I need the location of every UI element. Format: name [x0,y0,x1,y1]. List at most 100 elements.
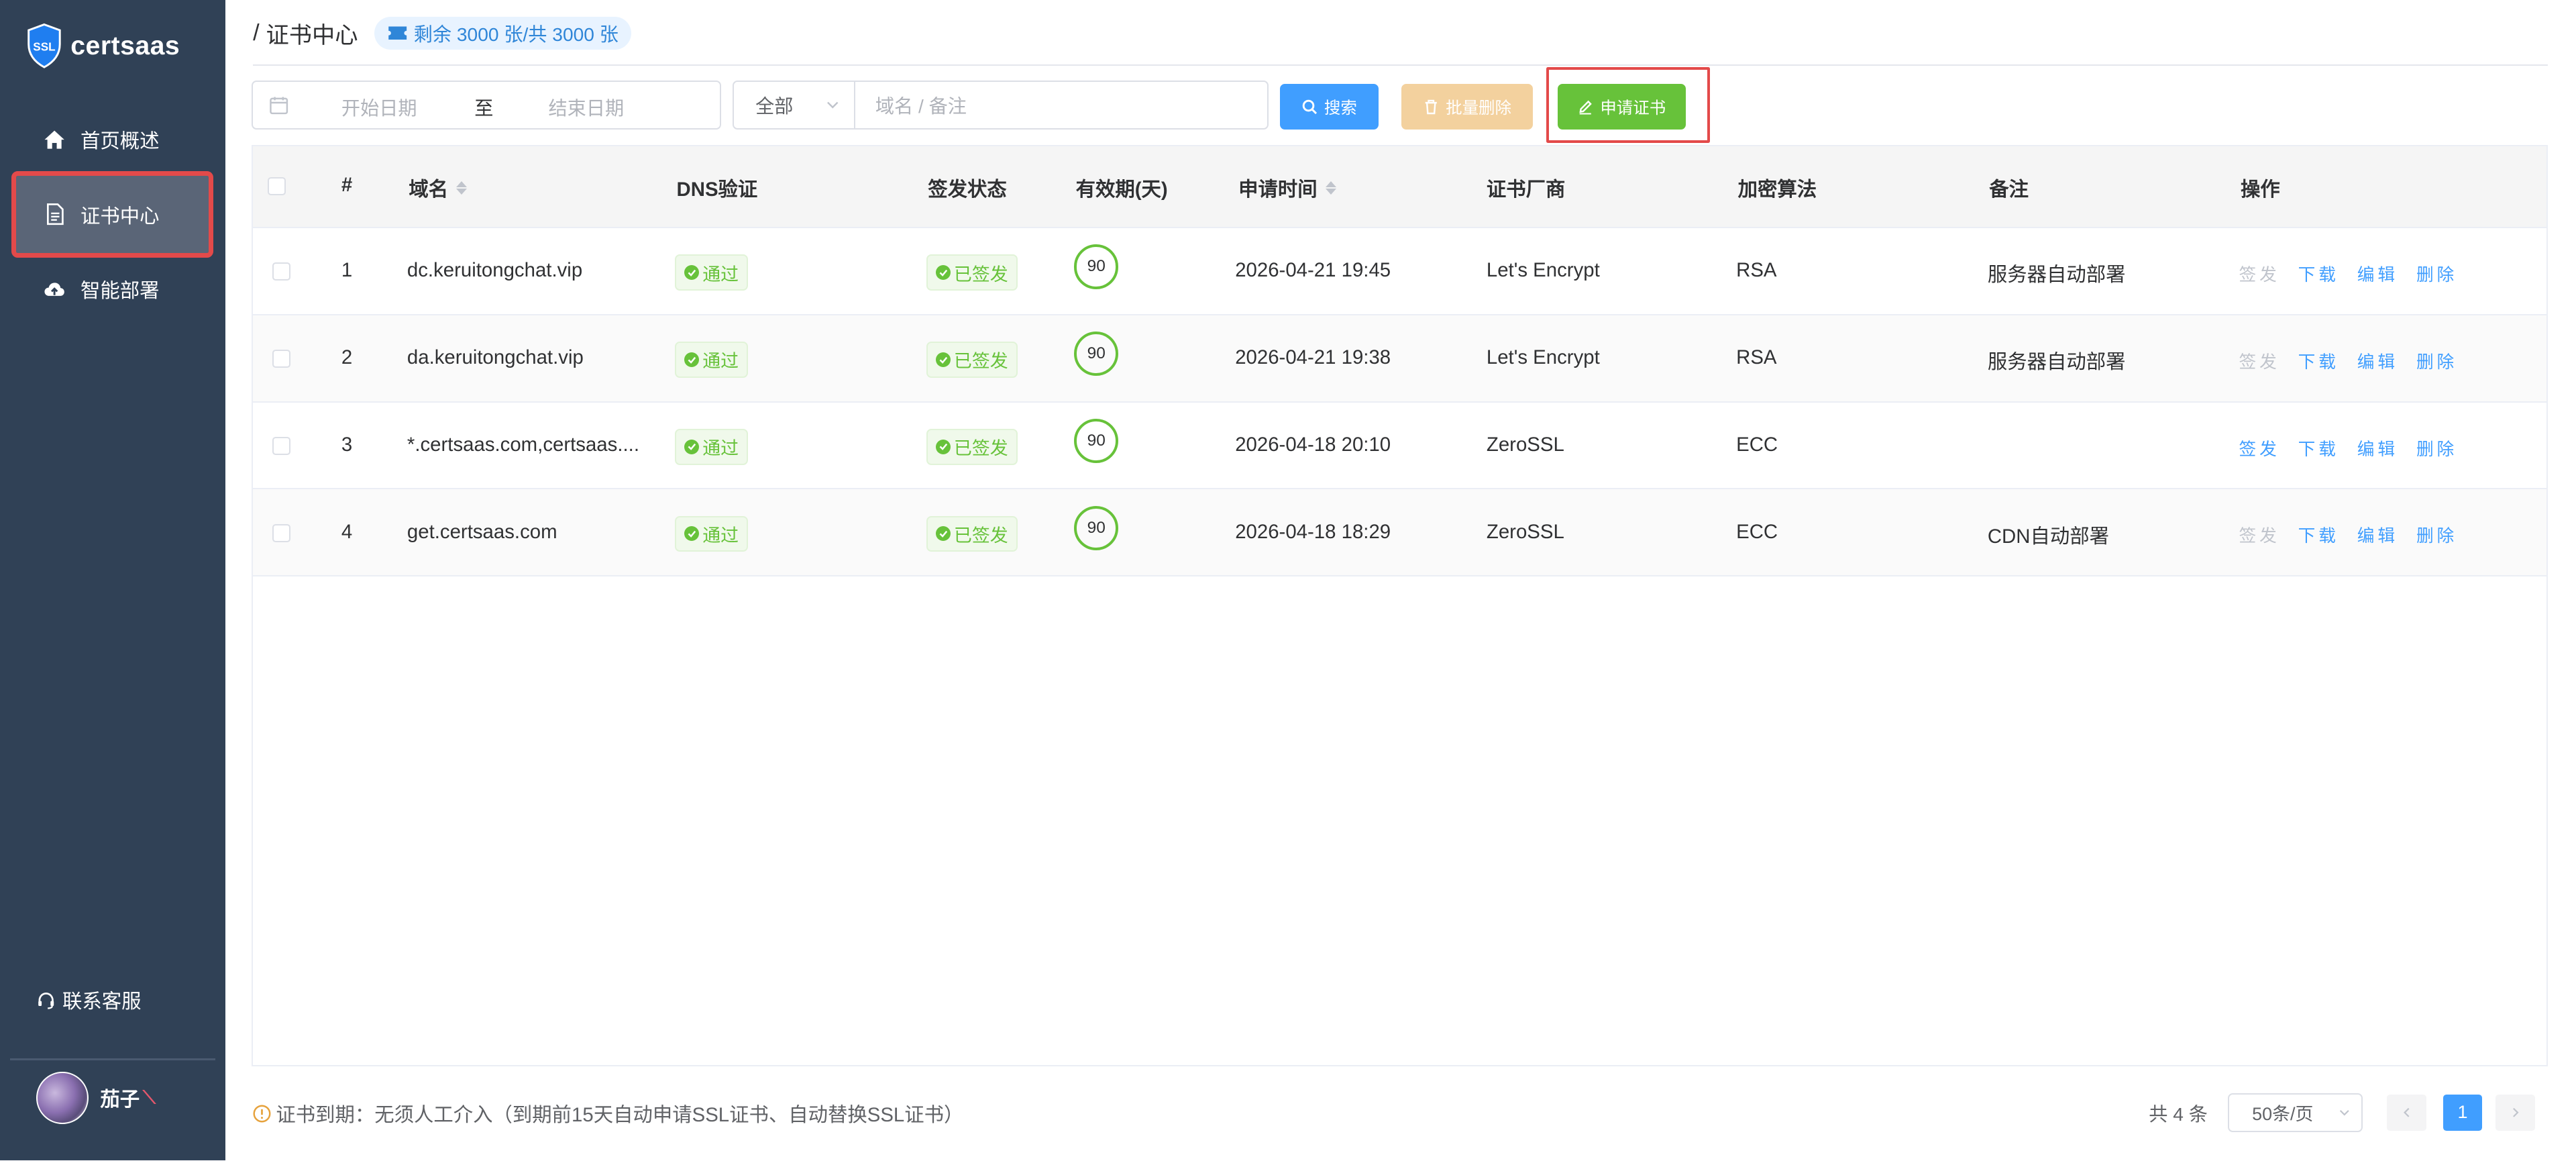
delete-action[interactable]: 删除 [2416,436,2457,460]
page-size-value: 50条/页 [2252,1104,2314,1125]
row-checkbox[interactable] [272,262,290,281]
search-button[interactable]: 搜索 [1279,83,1379,130]
row-domain: get.certsaas.com [407,520,557,543]
column-header-domain[interactable]: 域名 [409,174,468,202]
document-icon [43,203,66,225]
sort-icon[interactable] [1325,181,1336,195]
batch-delete-label: 批量删除 [1446,99,1511,117]
check-icon [684,439,700,454]
end-date-input[interactable]: 结束日期 [549,93,625,121]
issue-action: 签发 [2239,527,2280,546]
issue-action[interactable]: 签发 [2239,436,2280,460]
download-action[interactable]: 下载 [2298,436,2339,460]
breadcrumb-separator: / [253,19,260,46]
contact-support-link[interactable]: 联系客服 [36,986,142,1014]
home-icon [43,128,66,151]
dns-status-tag: 通过 [675,254,749,291]
user-name: 茄子 [100,1088,140,1111]
issue-status-text: 已签发 [953,264,1008,285]
edit-action[interactable]: 编辑 [2357,522,2398,547]
apply-certificate-button[interactable]: 申请证书 [1557,83,1686,130]
column-header-label: 申请时间 [1238,179,1318,201]
next-page-button[interactable] [2496,1095,2535,1131]
search-button-label: 搜索 [1324,99,1357,117]
quota-text: 剩余 3000 张/共 3000 张 [413,23,619,45]
row-apply-time: 2026-04-18 20:10 [1235,434,1391,456]
status-select[interactable]: 全部 [734,82,856,129]
sidebar-item-label: 首页概述 [80,130,160,153]
row-index: 3 [341,434,353,456]
row-remark: CDN自动部署 [1987,525,2109,548]
download-action[interactable]: 下载 [2298,261,2339,286]
issue-status-tag: 已签发 [926,341,1018,378]
row-index: 4 [341,520,353,543]
row-checkbox[interactable] [272,350,290,368]
row-checkbox[interactable] [272,523,290,542]
sidebar-item-deploy[interactable]: 智能部署 [16,256,209,322]
chevron-left-icon [2404,1108,2410,1117]
dns-status-tag: 通过 [675,515,749,552]
start-date-input[interactable]: 开始日期 [341,93,417,121]
column-header-validity: 有效期(天) [1075,179,1168,201]
quota-badge: 剩余 3000 张/共 3000 张 [374,17,632,50]
validity-ring: 90 [1074,332,1119,376]
edit-action[interactable]: 编辑 [2357,261,2398,286]
user-profile[interactable]: 茄子 ⟍ [36,1071,156,1125]
chevron-down-icon [827,102,839,109]
row-actions: 签发 下载 编辑 删除 [2239,436,2476,460]
download-action[interactable]: 下载 [2298,348,2339,373]
validity-ring: 90 [1074,419,1119,464]
delete-action[interactable]: 删除 [2416,261,2457,286]
check-icon [936,352,951,367]
table-row: 1 dc.keruitongchat.vip 通过 已签发 90 2026-04… [252,228,2547,315]
table-row: 2 da.keruitongchat.vip 通过 已签发 90 2026-04… [252,315,2547,403]
row-remark: 服务器自动部署 [1987,351,2126,374]
sort-icon[interactable] [456,181,468,195]
row-actions: 签发 下载 编辑 删除 [2239,522,2476,547]
column-header-label: 域名 [409,179,449,201]
page-size-select[interactable]: 50条/页 [2227,1093,2363,1133]
edit-action[interactable]: 编辑 [2357,348,2398,373]
avatar [36,1071,89,1125]
row-index: 1 [341,259,353,282]
select-all-checkbox[interactable] [267,177,286,195]
row-checkbox[interactable] [272,436,290,455]
breadcrumb: 证书中心 [266,23,358,49]
sidebar-item-label: 智能部署 [80,280,160,302]
column-header-time[interactable]: 申请时间 [1238,174,1336,202]
sidebar-item-home[interactable]: 首页概述 [16,107,209,172]
column-header-index: # [341,174,353,197]
expiry-note-text: 证书到期：无须人工介入（到期前15天自动申请SSL证书、自动替换SSL证书） [276,1104,964,1127]
validity-ring: 90 [1074,244,1119,289]
delete-action[interactable]: 删除 [2416,348,2457,373]
delete-action[interactable]: 删除 [2416,522,2457,547]
page-number-button[interactable]: 1 [2443,1095,2483,1131]
column-header-algorithm: 加密算法 [1737,179,1817,201]
search-input[interactable]: 域名 / 备注 [855,82,1267,128]
row-algorithm: RSA [1736,259,1777,282]
check-icon [936,439,951,454]
sidebar-item-label: 证书中心 [80,205,160,228]
total-count: 共 4 条 [2149,1104,2208,1125]
column-header-vendor: 证书厂商 [1486,179,1566,201]
prev-page-button[interactable] [2387,1095,2427,1131]
issue-action: 签发 [2239,265,2280,285]
expiry-note: 证书到期：无须人工介入（到期前15天自动申请SSL证书、自动替换SSL证书） [253,1099,963,1127]
logo-badge-text: SSL [33,40,55,54]
date-range-picker[interactable]: 开始日期 至 结束日期 [251,81,722,130]
user-flag-icon: ⟍ [143,1087,156,1107]
issue-status-tag: 已签发 [926,515,1018,552]
app-logo[interactable]: SSL certsaas [26,23,180,69]
check-icon [684,352,700,367]
sidebar-item-cert-center[interactable]: 证书中心 [11,171,214,258]
dns-status-text: 通过 [702,525,739,546]
row-apply-time: 2026-04-21 19:45 [1235,259,1391,282]
column-header-remark: 备注 [1989,179,2029,201]
download-action[interactable]: 下载 [2298,522,2339,547]
batch-delete-button[interactable]: 批量删除 [1401,83,1533,130]
edit-action[interactable]: 编辑 [2357,436,2398,460]
dns-status-text: 通过 [702,438,739,459]
dns-status-text: 通过 [702,351,739,372]
dns-status-text: 通过 [702,264,739,285]
ssl-shield-icon: SSL [26,23,62,69]
